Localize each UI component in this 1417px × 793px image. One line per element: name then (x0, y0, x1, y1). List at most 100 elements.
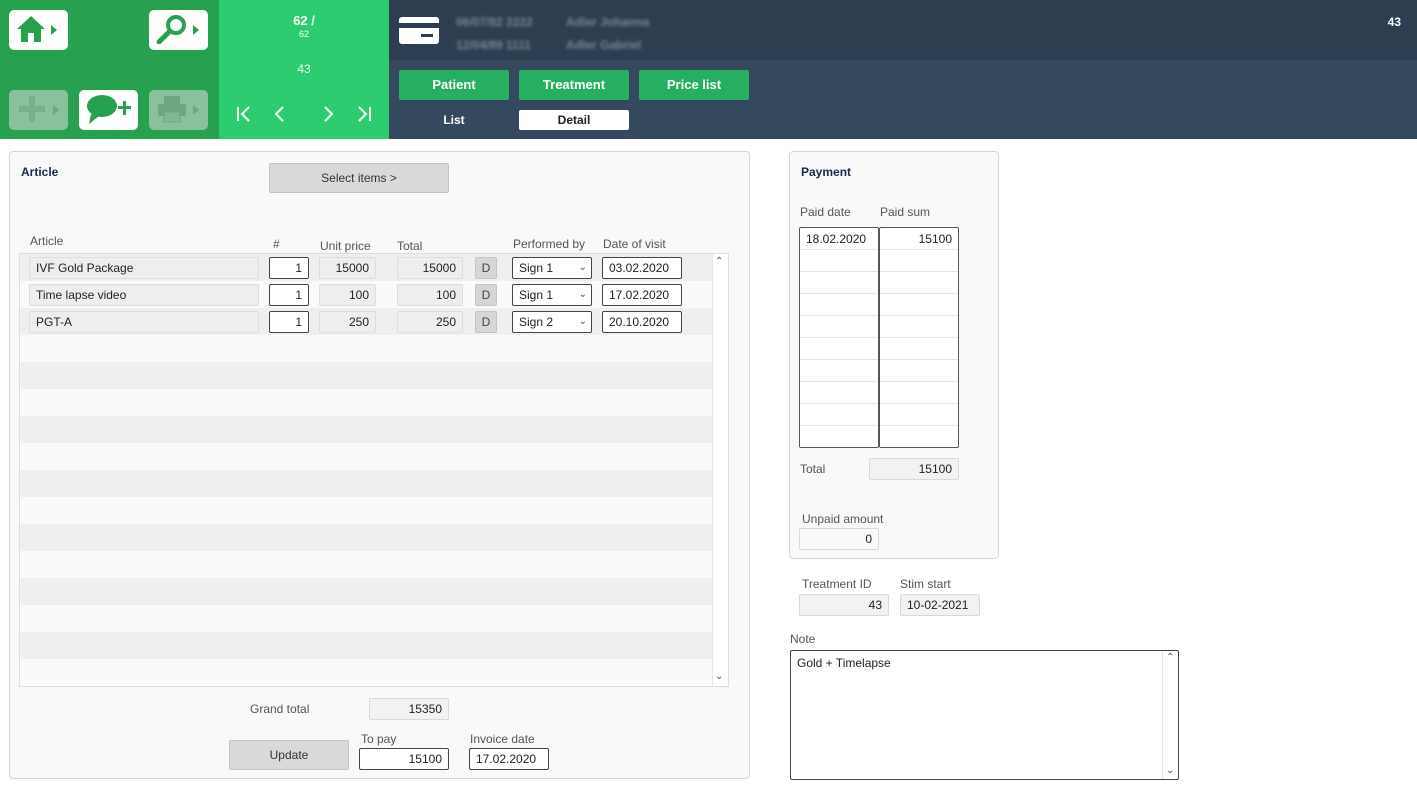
unit-price-cell: 15000 (319, 257, 376, 279)
search-icon (155, 14, 189, 47)
delete-row-button[interactable]: D (475, 257, 497, 279)
paid-sum-cell[interactable] (880, 360, 958, 382)
paid-date-cell[interactable] (800, 250, 878, 272)
next-record-button[interactable] (321, 104, 335, 127)
grid-scrollbar[interactable]: ⌃ ⌄ (712, 254, 728, 686)
paid-date-cell[interactable] (800, 360, 878, 382)
performed-by-select[interactable]: Sign 1 ⌄ (512, 284, 592, 306)
qty-input[interactable]: 1 (269, 284, 309, 306)
paid-date-cell[interactable] (800, 404, 878, 426)
payment-section-title: Payment (801, 165, 852, 179)
record-id: 43 (297, 62, 311, 76)
paid-sum-cell[interactable] (880, 338, 958, 360)
col-unit-price: Unit price (320, 239, 371, 253)
col-qty: # (273, 237, 280, 251)
select-items-button[interactable]: Select items > (269, 163, 449, 193)
tab-detail[interactable]: Detail (519, 110, 629, 130)
stim-start-field: 10-02-2021 (900, 594, 980, 616)
tab-treatment[interactable]: Treatment (519, 70, 629, 100)
paid-date-cell[interactable] (800, 316, 878, 338)
qty-input[interactable]: 1 (269, 311, 309, 333)
plus-icon (15, 94, 49, 127)
printer-icon (155, 94, 189, 127)
chevron-down-icon[interactable]: ⌄ (715, 671, 723, 682)
col-paid-sum: Paid sum (880, 205, 931, 219)
invoice-date-label: Invoice date (470, 732, 535, 746)
paid-sum-cell[interactable] (880, 294, 958, 316)
article-cell[interactable]: Time lapse video (29, 284, 259, 306)
tab-price-list[interactable]: Price list (639, 70, 749, 100)
tab-patient[interactable]: Patient (399, 70, 509, 100)
paid-date-column: 18.02.2020 (799, 227, 879, 448)
paid-date-cell[interactable] (800, 338, 878, 360)
update-button[interactable]: Update (229, 740, 349, 770)
performed-by-select[interactable]: Sign 2 ⌄ (512, 311, 592, 333)
empty-row (20, 470, 712, 497)
delete-row-button[interactable]: D (475, 311, 497, 333)
payment-total-label: Total (800, 462, 826, 476)
col-article: Article (30, 234, 64, 248)
chevron-up-icon[interactable]: ⌃ (715, 256, 723, 267)
last-record-icon (358, 106, 371, 122)
paid-date-cell[interactable] (800, 426, 878, 447)
performed-by-value: Sign 1 (519, 288, 554, 302)
note-scrollbar[interactable]: ⌃ ⌄ (1162, 651, 1178, 779)
paid-sum-column: 15100 (879, 227, 959, 448)
note-label: Note (790, 632, 816, 646)
patient2-dob: 12/04/89 1111 (456, 38, 531, 52)
record-position: 62 / (293, 13, 315, 28)
empty-row (20, 389, 712, 416)
date-of-visit-input[interactable]: 17.02.2020 (602, 284, 682, 306)
qty-input[interactable]: 1 (269, 257, 309, 279)
delete-row-button[interactable]: D (475, 284, 497, 306)
paid-sum-cell[interactable] (880, 250, 958, 272)
date-of-visit-input[interactable]: 03.02.2020 (602, 257, 682, 279)
home-button[interactable] (9, 10, 68, 50)
paid-sum-cell[interactable] (880, 272, 958, 294)
add-button[interactable] (9, 90, 68, 130)
paid-sum-cell[interactable] (880, 316, 958, 338)
stim-start-label: Stim start (900, 577, 951, 591)
empty-row (20, 416, 712, 443)
chevron-up-icon[interactable]: ⌃ (1166, 652, 1174, 663)
previous-record-button[interactable] (273, 104, 287, 127)
note-textarea[interactable]: Gold + Timelapse ⌃ ⌄ (790, 650, 1179, 780)
first-record-button[interactable] (236, 104, 252, 127)
paid-sum-cell[interactable]: 15100 (880, 228, 958, 250)
paid-sum-cell[interactable] (880, 404, 958, 426)
empty-row (20, 524, 712, 551)
add-comment-button[interactable] (79, 90, 138, 130)
tab-list[interactable]: List (399, 110, 509, 130)
search-button[interactable] (149, 10, 208, 50)
print-button[interactable] (149, 90, 208, 130)
empty-row (20, 335, 712, 362)
paid-date-cell[interactable] (800, 272, 878, 294)
paid-sum-cell[interactable] (880, 426, 958, 447)
col-performed-by: Performed by (513, 237, 586, 251)
to-pay-input[interactable]: 15100 (359, 748, 449, 770)
home-dropdown-arrow-icon (51, 25, 57, 35)
chevron-down-icon: ⌄ (578, 316, 587, 327)
payment-total-field: 15100 (869, 458, 959, 480)
performed-by-select[interactable]: Sign 1 ⌄ (512, 257, 592, 279)
date-of-visit-input[interactable]: 20.10.2020 (602, 311, 682, 333)
chevron-down-icon[interactable]: ⌄ (1166, 765, 1174, 776)
search-dropdown-arrow-icon (193, 25, 199, 35)
patient2-name: Adler Gabriel (566, 38, 642, 52)
grand-total-field: 15350 (369, 698, 449, 720)
paid-date-cell[interactable]: 18.02.2020 (800, 228, 878, 250)
total-cell: 100 (397, 284, 463, 306)
last-record-button[interactable] (356, 104, 372, 127)
paid-sum-cell[interactable] (880, 382, 958, 404)
invoice-date-input[interactable]: 17.02.2020 (469, 748, 549, 770)
total-cell: 250 (397, 311, 463, 333)
article-cell[interactable]: PGT-A (29, 311, 259, 333)
table-row: IVF Gold Package 1 15000 15000 D Sign 1 ⌄… (20, 254, 712, 281)
paid-date-cell[interactable] (800, 294, 878, 316)
article-cell[interactable]: IVF Gold Package (29, 257, 259, 279)
empty-row (20, 551, 712, 578)
print-dropdown-arrow-icon (193, 105, 199, 115)
to-pay-label: To pay (361, 732, 397, 746)
chevron-down-icon: ⌄ (578, 262, 587, 273)
paid-date-cell[interactable] (800, 382, 878, 404)
